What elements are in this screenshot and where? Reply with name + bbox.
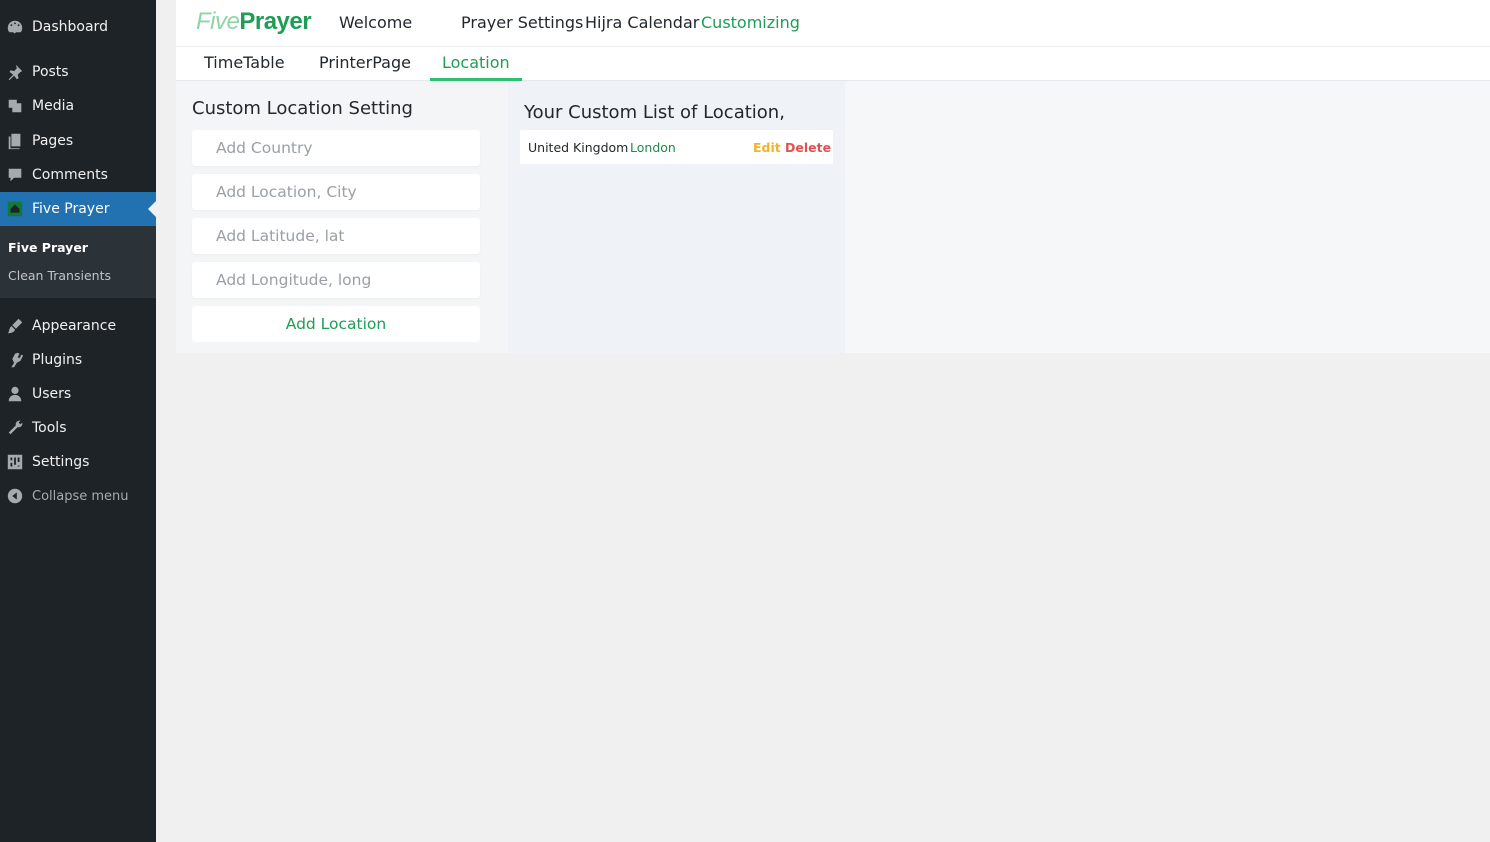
sidebar-item-label: Plugins	[32, 352, 83, 368]
sidebar-item-dashboard[interactable]: Dashboard	[0, 10, 156, 44]
sidebar-item-users[interactable]: Users	[0, 377, 156, 411]
sidebar-item-label: Settings	[32, 454, 90, 470]
sidebar-item-five-prayer[interactable]: Five Prayer	[0, 192, 156, 226]
nav-hijra-calendar[interactable]: Hijra Calendar	[585, 13, 699, 32]
tab-location[interactable]: Location	[430, 47, 522, 81]
sidebar-item-comments[interactable]: Comments	[0, 158, 156, 192]
location-row: United Kingdom London Edit Delete	[520, 130, 833, 164]
sidebar-item-label: Dashboard	[32, 19, 108, 35]
user-icon	[5, 384, 25, 404]
customizing-tabs: TimeTable PrinterPage Location	[176, 47, 1490, 81]
sidebar-item-media[interactable]: Media	[0, 89, 156, 123]
comment-icon	[5, 165, 25, 185]
delete-location-button[interactable]: Delete	[785, 140, 831, 155]
location-list-panel: Your Custom List of Location, United Kin…	[508, 81, 845, 353]
longitude-input[interactable]	[192, 262, 480, 298]
sidebar-item-label: Posts	[32, 64, 69, 80]
tab-printerpage[interactable]: PrinterPage	[319, 47, 411, 81]
sidebar-item-label: Appearance	[32, 318, 117, 334]
media-icon	[5, 96, 25, 116]
sidebar-item-label: Tools	[32, 420, 67, 436]
city-input[interactable]	[192, 174, 480, 210]
collapse-icon	[5, 486, 25, 506]
submenu-item-clean-transients[interactable]: Clean Transients	[8, 268, 111, 283]
logo-prayer: Prayer	[239, 8, 312, 35]
dashboard-icon	[5, 17, 25, 37]
country-input[interactable]	[192, 130, 480, 166]
brush-icon	[5, 316, 25, 336]
nav-welcome[interactable]: Welcome	[339, 13, 412, 32]
list-title: Your Custom List of Location,	[524, 102, 785, 123]
sidebar-item-pages[interactable]: Pages	[0, 124, 156, 158]
location-city: London	[630, 140, 676, 155]
logo-five: Five	[196, 8, 240, 35]
empty-panel	[845, 81, 1490, 353]
latitude-input[interactable]	[192, 218, 480, 254]
wrench-icon	[5, 418, 25, 438]
sidebar-item-tools[interactable]: Tools	[0, 411, 156, 445]
plugin-icon	[5, 350, 25, 370]
submenu-item-five-prayer[interactable]: Five Prayer	[8, 240, 88, 255]
sidebar-item-label: Comments	[32, 167, 108, 183]
sidebar-item-label: Media	[32, 98, 75, 114]
sidebar-item-settings[interactable]: Settings	[0, 445, 156, 479]
admin-sidebar: Dashboard Posts Media Pages Comments Fiv…	[0, 0, 156, 842]
collapse-menu-button[interactable]: Collapse menu	[0, 479, 156, 513]
settings-icon	[5, 452, 25, 472]
location-country: United Kingdom	[528, 140, 629, 155]
plugin-header: FivePrayer Welcome Prayer Settings Hijra…	[176, 0, 1490, 47]
nav-prayer-settings[interactable]: Prayer Settings	[461, 13, 583, 32]
sidebar-item-label: Pages	[32, 133, 74, 149]
sidebar-item-appearance[interactable]: Appearance	[0, 309, 156, 343]
form-title: Custom Location Setting	[192, 98, 413, 119]
nav-customizing[interactable]: Customizing	[701, 13, 800, 32]
pages-icon	[5, 131, 25, 151]
tab-timetable[interactable]: TimeTable	[204, 47, 285, 81]
location-form-panel: Custom Location Setting Add Location	[176, 81, 508, 353]
sidebar-item-plugins[interactable]: Plugins	[0, 343, 156, 377]
collapse-menu-label: Collapse menu	[32, 488, 129, 504]
pin-icon	[5, 62, 25, 82]
sidebar-item-posts[interactable]: Posts	[0, 55, 156, 89]
add-location-button[interactable]: Add Location	[192, 306, 480, 342]
five-prayer-submenu: Five Prayer Clean Transients	[0, 226, 156, 298]
sidebar-item-label: Five Prayer	[32, 201, 110, 217]
sidebar-item-label: Users	[32, 386, 72, 402]
five-prayer-icon	[5, 199, 25, 219]
five-prayer-logo: FivePrayer	[196, 8, 312, 36]
edit-location-button[interactable]: Edit	[753, 140, 781, 155]
